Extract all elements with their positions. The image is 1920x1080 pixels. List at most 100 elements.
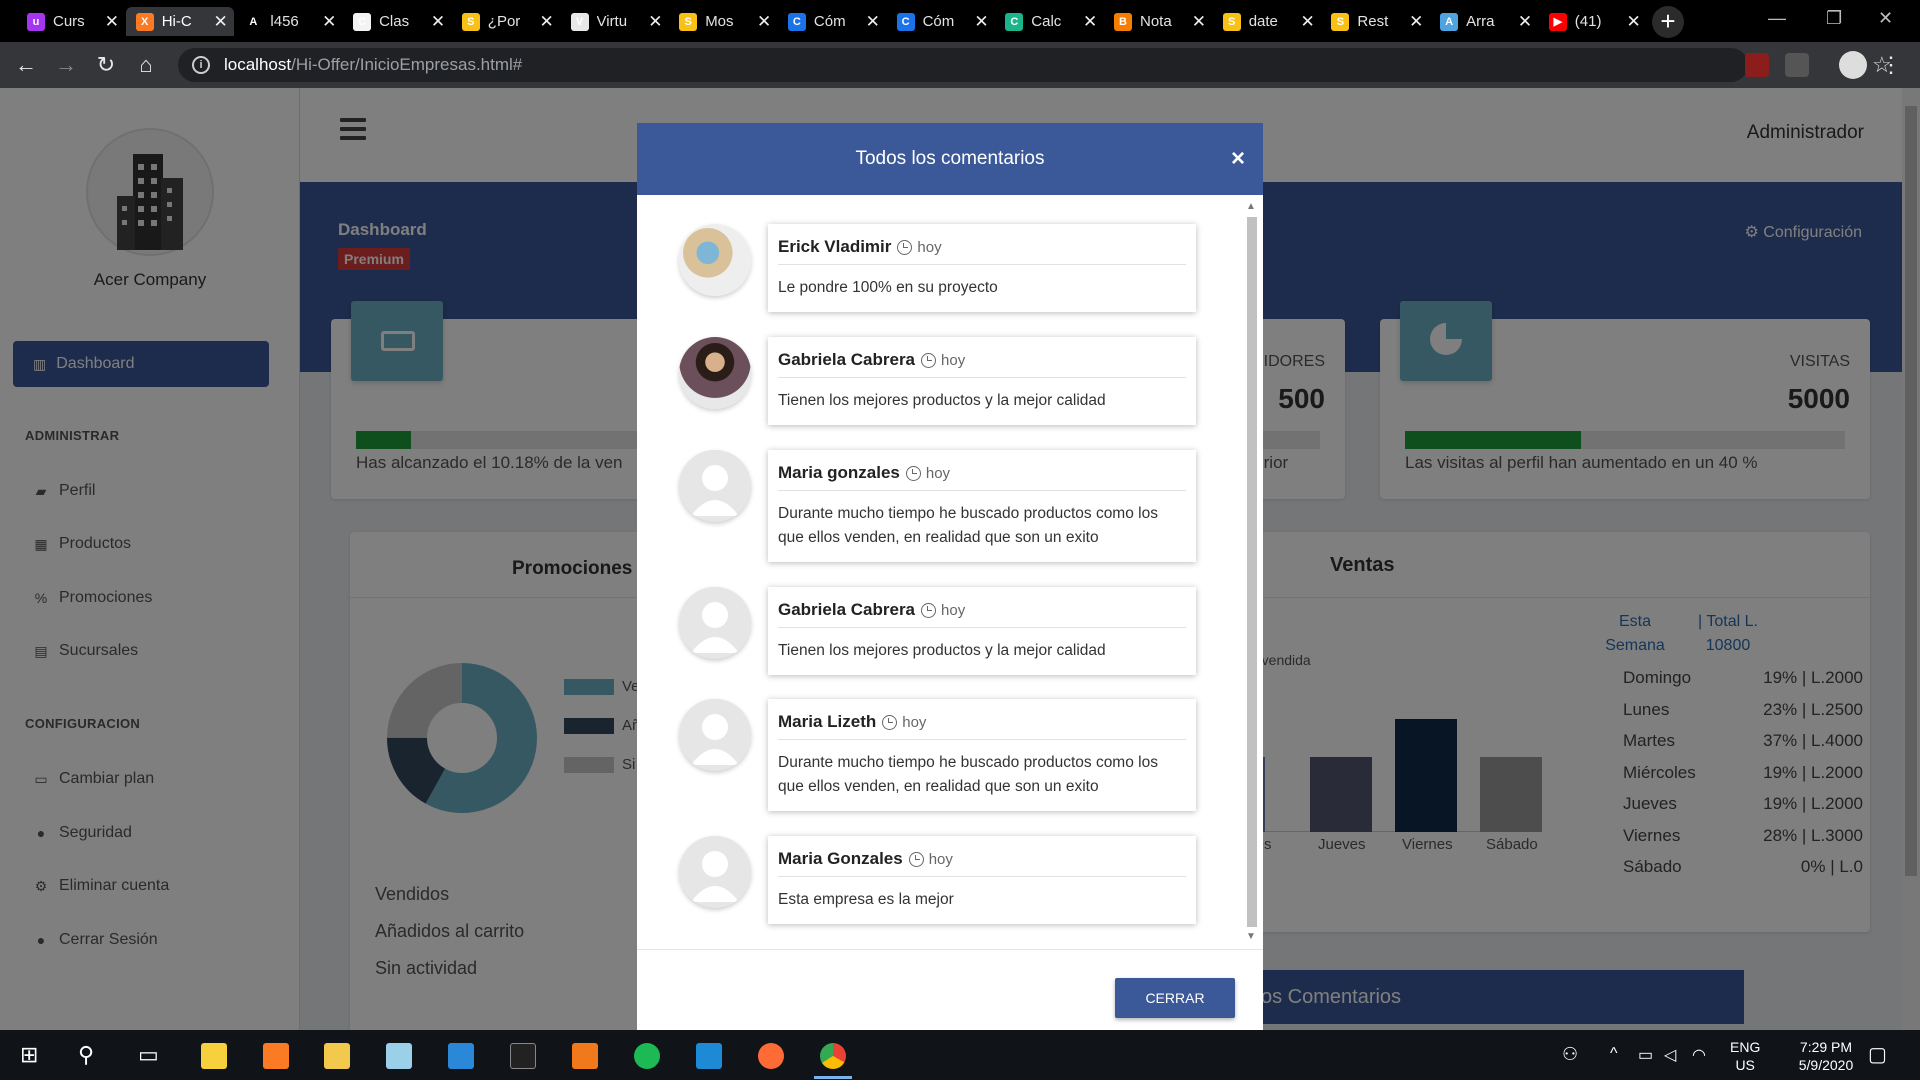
terminal-icon[interactable] bbox=[510, 1043, 536, 1069]
region-code: US bbox=[1735, 1057, 1755, 1073]
tab-close-icon[interactable]: ✕ bbox=[1518, 12, 1532, 32]
slides-icon: S bbox=[1331, 12, 1350, 31]
maximize-button[interactable]: ❐ bbox=[1826, 8, 1842, 29]
tab-close-icon[interactable]: ✕ bbox=[213, 12, 227, 32]
mail-icon[interactable] bbox=[448, 1043, 474, 1069]
pdf-extension-icon[interactable] bbox=[1745, 53, 1769, 77]
modal-title: Todos los comentarios bbox=[855, 148, 1045, 169]
chevron-up-icon[interactable]: ^ bbox=[1610, 1045, 1618, 1063]
avatar bbox=[679, 587, 751, 659]
comment-time: hoy bbox=[917, 238, 942, 256]
tab-close-icon[interactable]: ✕ bbox=[866, 12, 880, 32]
file-explorer-icon[interactable] bbox=[324, 1043, 350, 1069]
browser-tab[interactable]: C Clas ✕ bbox=[343, 7, 451, 36]
comment-text: Tienen los mejores productos y la mejor … bbox=[778, 642, 1106, 659]
tab-close-icon[interactable]: ✕ bbox=[757, 12, 771, 32]
tab-close-icon[interactable]: ✕ bbox=[1409, 12, 1423, 32]
tab-close-icon[interactable]: ✕ bbox=[105, 12, 119, 32]
clock[interactable]: 7:29 PM 5/9/2020 bbox=[1776, 1038, 1876, 1074]
notepad-icon[interactable] bbox=[386, 1043, 412, 1069]
windows-start-icon[interactable]: ⊞ bbox=[20, 1042, 38, 1068]
avatar bbox=[679, 450, 751, 522]
browser-tab[interactable]: Sdate ✕ bbox=[1213, 7, 1321, 36]
browser-tab[interactable]: C Calc ✕ bbox=[995, 7, 1103, 36]
browser-tab[interactable]: X Hi-C ✕ bbox=[125, 7, 234, 36]
chrome-icon[interactable] bbox=[820, 1043, 846, 1069]
tab-title: Cóm bbox=[813, 13, 846, 30]
comment-bubble: Gabriela Cabrera hoy Tienen los mejores pr… bbox=[768, 587, 1196, 675]
tab-close-icon[interactable]: ✕ bbox=[540, 12, 554, 32]
shield-icon: C bbox=[787, 12, 806, 31]
new-tab-button[interactable]: + bbox=[1652, 6, 1684, 38]
tab-title: Virtu bbox=[596, 13, 628, 30]
volume-icon[interactable]: ◁ bbox=[1664, 1045, 1676, 1065]
reload-icon[interactable]: ↻ bbox=[92, 51, 120, 79]
comment-author: Gabriela Cabrera bbox=[778, 350, 916, 369]
comment-bubble: Erick Vladimir hoy Le pondre 100% en su pr… bbox=[768, 224, 1196, 312]
comment-time: hoy bbox=[941, 601, 966, 619]
browser-tab[interactable]: Al456 ✕ bbox=[234, 7, 342, 36]
browser-tab[interactable]: S ¿Por ✕ bbox=[452, 7, 560, 36]
comment-bubble: Maria Gonzales hoy Esta empresa es la mejo… bbox=[768, 836, 1196, 924]
back-arrow-icon[interactable]: ← bbox=[12, 51, 40, 79]
battery-icon[interactable]: ▭ bbox=[1638, 1045, 1653, 1065]
tab-close-icon[interactable]: ✕ bbox=[974, 12, 988, 32]
sublime-text-icon[interactable] bbox=[572, 1043, 598, 1069]
language-indicator[interactable]: ENG US bbox=[1730, 1038, 1760, 1074]
forward-arrow-icon[interactable]: → bbox=[52, 51, 80, 79]
browser-tab[interactable]: ▶ (41) ✕ bbox=[1539, 7, 1647, 36]
browser-tab[interactable]: C Cóm ✕ bbox=[778, 7, 886, 36]
browser-tab-strip: u Curs ✕ X Hi-C ✕ Al456 ✕ C Clas ✕ S ¿Por ✕ V Virtu ✕ S Mo… bbox=[0, 0, 1920, 42]
browser-tab[interactable]: A Arra ✕ bbox=[1430, 7, 1538, 36]
close-icon[interactable]: × bbox=[1231, 145, 1245, 173]
browser-tab[interactable]: V Virtu ✕ bbox=[561, 7, 669, 36]
vscode-icon[interactable] bbox=[696, 1043, 722, 1069]
browser-tab[interactable]: S Mos ✕ bbox=[669, 7, 777, 36]
minimize-button[interactable]: — bbox=[1768, 8, 1786, 29]
tab-close-icon[interactable]: ✕ bbox=[322, 12, 336, 32]
comments-modal: Todos los comentarios × Erick Vladimir ho… bbox=[637, 123, 1263, 1033]
shield-icon: C bbox=[896, 12, 915, 31]
xampp-icon[interactable] bbox=[263, 1043, 289, 1069]
window-close-button[interactable]: ✕ bbox=[1878, 8, 1893, 29]
browser-tab[interactable]: C Cóm ✕ bbox=[887, 7, 995, 36]
sticky-notes-icon[interactable] bbox=[201, 1043, 227, 1069]
extension-icon[interactable] bbox=[1785, 53, 1809, 77]
font-a-icon: A bbox=[244, 12, 263, 31]
tab-close-icon[interactable]: ✕ bbox=[648, 12, 662, 32]
clock-icon bbox=[905, 465, 921, 481]
browser-tab[interactable]: u Curs ✕ bbox=[17, 7, 125, 36]
tab-close-icon[interactable]: ✕ bbox=[1192, 12, 1206, 32]
home-icon[interactable]: ⌂ bbox=[132, 51, 160, 79]
comment-author: Maria Gonzales bbox=[778, 849, 903, 868]
search-icon[interactable]: ⚲ bbox=[78, 1042, 94, 1068]
address-bar[interactable]: i localhost/Hi-Offer/InicioEmpresas.html… bbox=[178, 48, 1892, 82]
tab-close-icon[interactable]: ✕ bbox=[1300, 12, 1314, 32]
tab-close-icon[interactable]: ✕ bbox=[1627, 12, 1641, 32]
task-view-icon[interactable]: ▭ bbox=[138, 1042, 159, 1068]
browser-tab[interactable]: B Nota ✕ bbox=[1104, 7, 1212, 36]
tab-close-icon[interactable]: ✕ bbox=[431, 12, 445, 32]
spotify-icon[interactable] bbox=[634, 1043, 660, 1069]
comments-list: Erick Vladimir hoy Le pondre 100% en su pr… bbox=[637, 195, 1263, 950]
modal-scrollbar-thumb[interactable] bbox=[1247, 217, 1257, 927]
profile-avatar[interactable] bbox=[1839, 51, 1867, 79]
site-info-icon[interactable]: i bbox=[192, 56, 210, 74]
notifications-icon[interactable]: ▢ bbox=[1868, 1042, 1887, 1067]
wifi-icon[interactable]: ◠ bbox=[1692, 1045, 1706, 1065]
active-app-indicator bbox=[814, 1076, 852, 1079]
tab-title: Rest bbox=[1357, 13, 1389, 30]
postman-icon[interactable] bbox=[758, 1043, 784, 1069]
browser-menu-icon[interactable]: ⋮ bbox=[1880, 51, 1902, 79]
browser-tab[interactable]: S Rest ✕ bbox=[1321, 7, 1429, 36]
url-path: /Hi-Offer/InicioEmpresas.html# bbox=[291, 55, 523, 74]
scroll-down-icon[interactable]: ▼ bbox=[1246, 931, 1256, 942]
close-modal-button[interactable]: CERRAR bbox=[1115, 978, 1235, 1018]
comment-time: hoy bbox=[925, 464, 951, 482]
windows-taskbar: ⊞ ⚲ ▭ ⚇ ^ ▭ ◁ ◠ ENG US 7:29 PM 5/9/2020 … bbox=[0, 1030, 1920, 1080]
tab-close-icon[interactable]: ✕ bbox=[1083, 12, 1097, 32]
people-icon[interactable]: ⚇ bbox=[1562, 1044, 1578, 1065]
tab-title: Calc bbox=[1031, 13, 1062, 30]
modal-scrollbar[interactable]: ▲ ▼ bbox=[1243, 201, 1260, 943]
scroll-up-icon[interactable]: ▲ bbox=[1246, 201, 1256, 212]
